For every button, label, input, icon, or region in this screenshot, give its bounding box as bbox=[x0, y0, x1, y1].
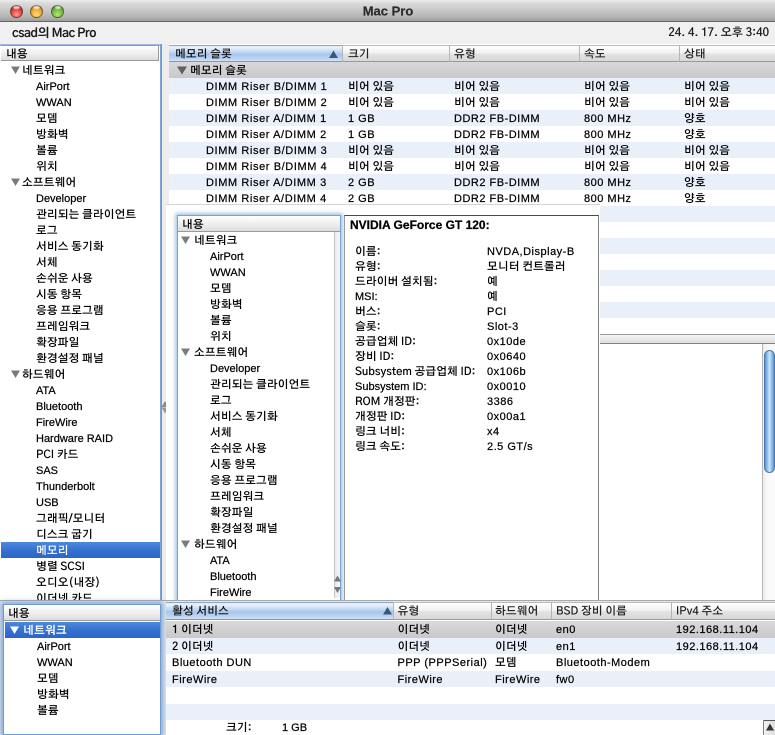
svg-text:192.168.11.104: 192.168.11.104 bbox=[676, 641, 759, 653]
svg-text:FireWire: FireWire bbox=[398, 674, 444, 686]
svg-text:AirPort: AirPort bbox=[37, 641, 71, 653]
svg-text:en0: en0 bbox=[556, 624, 576, 636]
svg-text:Bluetooth DUN: Bluetooth DUN bbox=[172, 657, 252, 669]
svg-text:1 GB: 1 GB bbox=[282, 722, 307, 734]
svg-text:Bluetooth-Modem: Bluetooth-Modem bbox=[556, 657, 650, 669]
svg-text:PPP (PPPSerial): PPP (PPPSerial) bbox=[398, 657, 488, 669]
svg-text:FireWire: FireWire bbox=[172, 674, 218, 686]
svg-text:en1: en1 bbox=[556, 641, 576, 653]
svg-text:192.168.11.104: 192.168.11.104 bbox=[676, 624, 759, 636]
svg-text:fw0: fw0 bbox=[556, 674, 575, 686]
svg-text:FireWire: FireWire bbox=[495, 674, 541, 686]
svg-text:WWAN: WWAN bbox=[37, 657, 73, 669]
